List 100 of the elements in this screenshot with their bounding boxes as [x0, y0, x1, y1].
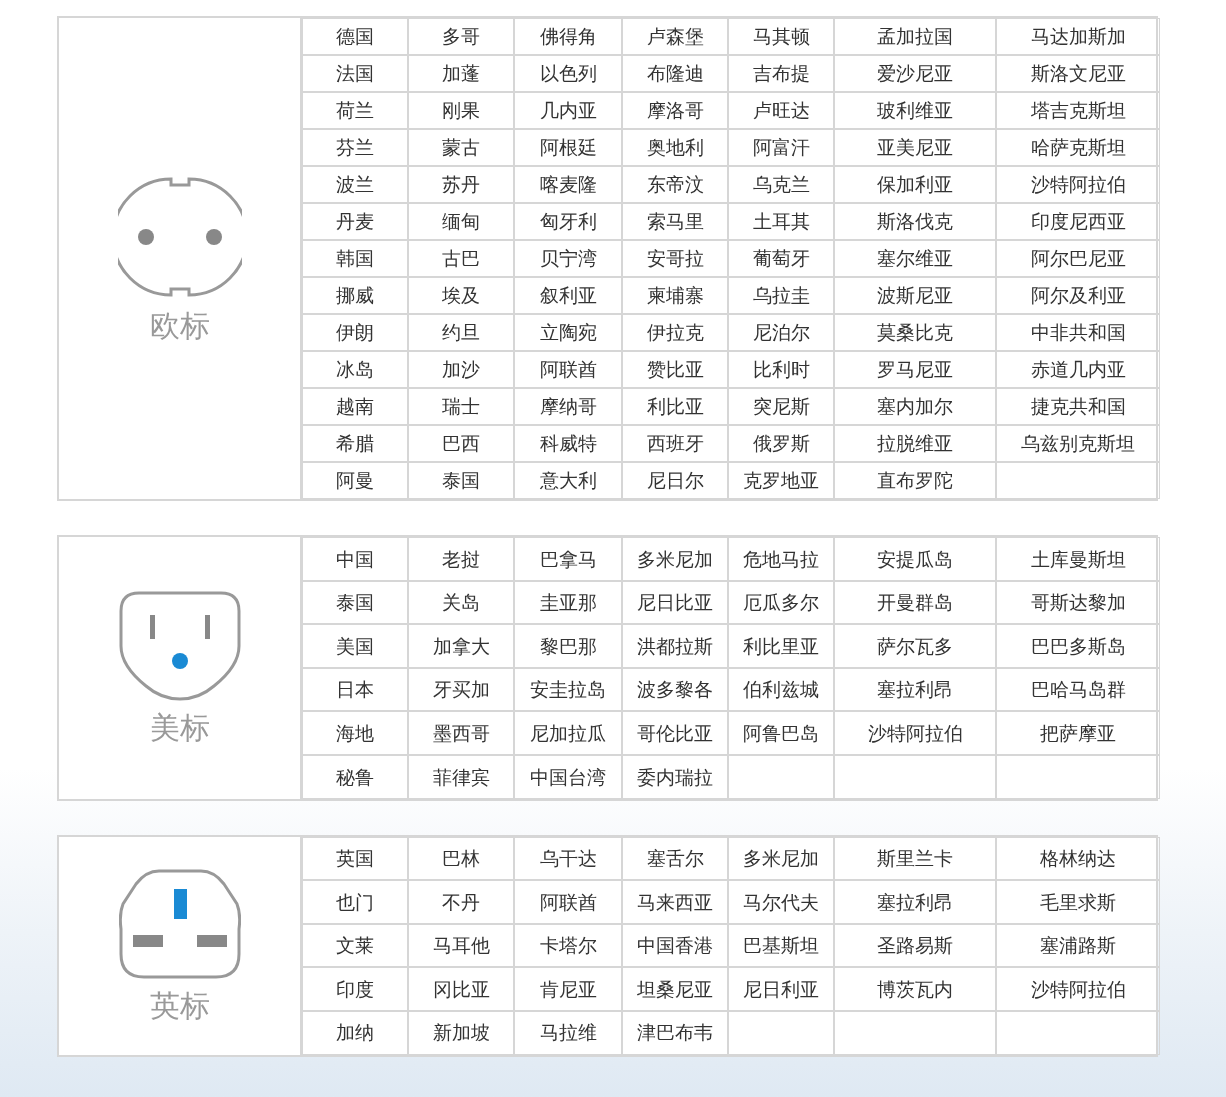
country-cell: 把萨摩亚: [996, 711, 1160, 755]
country-cell: 加纳: [302, 1010, 408, 1055]
country-cell: 尼日尔: [622, 462, 728, 499]
country-cell: 巴巴多斯岛: [996, 624, 1160, 668]
country-cell: 格林纳达: [996, 836, 1160, 881]
country-cell: 安哥拉: [622, 240, 728, 277]
country-cell: 斯里兰卡: [834, 836, 996, 881]
plug-type-label: 欧标: [149, 309, 210, 342]
country-cell: 乌拉圭: [728, 277, 834, 314]
country-cell: 圣路易斯: [834, 923, 996, 968]
country-cell: 阿尔及利亚: [996, 277, 1160, 314]
country-cell: 也门: [302, 880, 408, 924]
country-cell: 尼加拉瓜: [514, 711, 622, 755]
country-cell: 多哥: [408, 18, 514, 55]
country-cell: 安圭拉岛: [514, 667, 622, 712]
country-cell: 阿富汗: [728, 129, 834, 166]
country-cell: 伊朗: [302, 314, 408, 351]
country-cell: 保加利亚: [834, 166, 996, 203]
country-cell: 贝宁湾: [514, 240, 622, 277]
country-cell: 西班牙: [622, 425, 728, 462]
country-cell: 博茨瓦内: [834, 967, 996, 1011]
country-cell: 关岛: [408, 580, 514, 625]
country-cell: 摩洛哥: [622, 92, 728, 129]
country-cell: 肯尼亚: [514, 967, 622, 1011]
country-cell: 捷克共和国: [996, 388, 1160, 425]
country-cell: 蒙古: [408, 129, 514, 166]
country-cell: 荷兰: [302, 92, 408, 129]
country-cell: 印度: [302, 967, 408, 1011]
country-cell: 阿鲁巴岛: [728, 711, 834, 755]
country-cell: 法国: [302, 55, 408, 92]
plug-socket-icon: [118, 591, 241, 702]
country-cell: 日本: [302, 667, 408, 712]
country-cell: 苏丹: [408, 166, 514, 203]
country-cell: 阿尔巴尼亚: [996, 240, 1160, 277]
plug-socket-icon: [117, 175, 242, 299]
country-cell: 约旦: [408, 314, 514, 351]
country-cell: 冈比亚: [408, 967, 514, 1011]
country-cell: 意大利: [514, 462, 622, 499]
country-cell: 伯利兹城: [728, 667, 834, 712]
country-cell: 乌克兰: [728, 166, 834, 203]
country-cell: 毛里求斯: [996, 880, 1160, 924]
country-cell: 阿根廷: [514, 129, 622, 166]
country-cell: 沙特阿拉伯: [834, 711, 996, 755]
country-cell: 玻利维亚: [834, 92, 996, 129]
country-cell: 突尼斯: [728, 388, 834, 425]
country-cell: 亚美尼亚: [834, 129, 996, 166]
country-cell: 马达加斯加: [996, 18, 1160, 55]
country-cell: 马拉维: [514, 1010, 622, 1055]
country-cell: 立陶宛: [514, 314, 622, 351]
country-cell: 挪威: [302, 277, 408, 314]
country-cell: 孟加拉国: [834, 18, 996, 55]
country-cell: 厄瓜多尔: [728, 580, 834, 625]
country-cell: 古巴: [408, 240, 514, 277]
country-cell: 土库曼斯坦: [996, 537, 1160, 581]
country-cell: 沙特阿拉伯: [996, 166, 1160, 203]
country-cell: 卢旺达: [728, 92, 834, 129]
country-cell: 海地: [302, 711, 408, 755]
country-cell: 爱沙尼亚: [834, 55, 996, 92]
country-cell: 危地马拉: [728, 537, 834, 581]
country-cell: 乌兹别克斯坦: [996, 425, 1160, 462]
country-cell: 波斯尼亚: [834, 277, 996, 314]
country-cell: 坦桑尼亚: [622, 967, 728, 1011]
country-cell: 匈牙利: [514, 203, 622, 240]
country-cell: 牙买加: [408, 667, 514, 712]
country-cell: 叙利亚: [514, 277, 622, 314]
country-cell: 加蓬: [408, 55, 514, 92]
country-cell: 萨尔瓦多: [834, 624, 996, 668]
country-cell: 科威特: [514, 425, 622, 462]
country-cell: 巴林: [408, 836, 514, 881]
country-cell: 巴基斯坦: [728, 923, 834, 968]
country-cell: 葡萄牙: [728, 240, 834, 277]
country-cell: 巴拿马: [514, 537, 622, 581]
country-cell: 利比亚: [622, 388, 728, 425]
country-cell: 冰岛: [302, 351, 408, 388]
country-cell: 阿曼: [302, 462, 408, 499]
country-cell: 洪都拉斯: [622, 624, 728, 668]
country-cell: 利比里亚: [728, 624, 834, 668]
country-cell: 希腊: [302, 425, 408, 462]
country-cell: 以色列: [514, 55, 622, 92]
country-cell: 波多黎各: [622, 667, 728, 712]
country-cell: 赞比亚: [622, 351, 728, 388]
country-cell: 刚果: [408, 92, 514, 129]
country-cell: 摩纳哥: [514, 388, 622, 425]
country-cell: 中国香港: [622, 923, 728, 968]
country-cell: 莫桑比克: [834, 314, 996, 351]
plug-type-label: 英标: [149, 989, 210, 1023]
country-cell: 多米尼加: [728, 836, 834, 881]
country-cell: 尼日比亚: [622, 580, 728, 625]
country-cell: 开曼群岛: [834, 580, 996, 625]
country-cell: 韩国: [302, 240, 408, 277]
country-cell: 塞舌尔: [622, 836, 728, 881]
country-cell: 塞内加尔: [834, 388, 996, 425]
country-cell: 丹麦: [302, 203, 408, 240]
country-cell: 斯洛文尼亚: [996, 55, 1160, 92]
country-cell: 加拿大: [408, 624, 514, 668]
country-cell: 菲律宾: [408, 754, 514, 799]
country-cell: 中国台湾: [514, 754, 622, 799]
country-cell: 不丹: [408, 880, 514, 924]
country-cell: 马耳他: [408, 923, 514, 968]
country-cell: 塞浦路斯: [996, 923, 1160, 968]
